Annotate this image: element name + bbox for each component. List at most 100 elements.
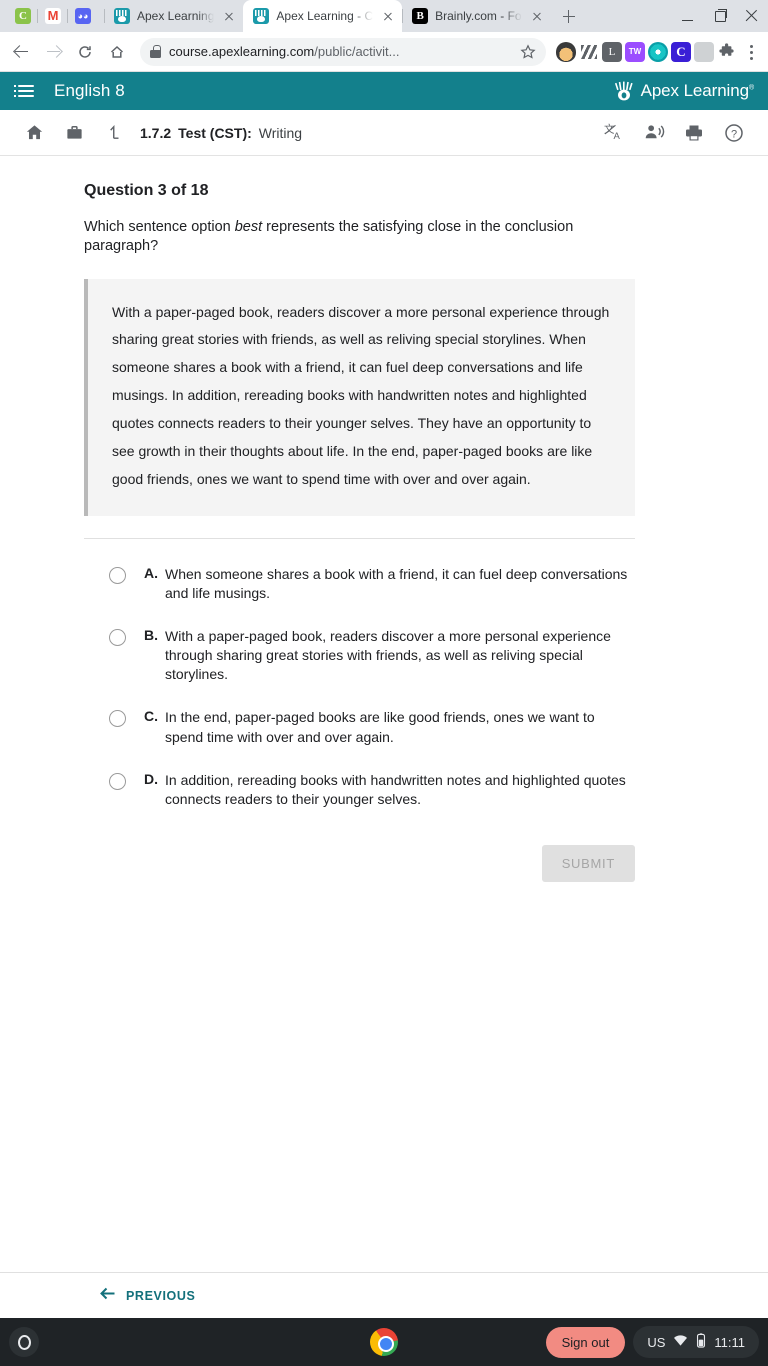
canvas-favicon: C [15, 8, 31, 24]
lock-icon [150, 45, 161, 58]
apex-favicon [253, 8, 270, 24]
close-icon[interactable] [221, 8, 237, 24]
option-letter: A. [144, 564, 158, 581]
previous-button[interactable]: PREVIOUS [100, 1286, 195, 1306]
new-tab-button[interactable] [555, 2, 583, 30]
launcher-circle [17, 1334, 31, 1350]
option-text: When someone shares a book with a friend… [165, 565, 628, 601]
url-path: /public/activit... [314, 44, 400, 59]
globe-extension-icon[interactable] [648, 41, 668, 62]
url-text: course.apexlearning.com/public/activit..… [169, 44, 512, 59]
browser-toolbar: course.apexlearning.com/public/activit..… [0, 32, 768, 72]
divider [84, 537, 635, 539]
scribbl-extension-icon[interactable] [579, 41, 599, 62]
pinned-tab-canvas[interactable]: C [8, 0, 38, 32]
answer-option-a[interactable]: A. When someone shares a book with a fri… [84, 565, 635, 603]
chrome-icon[interactable] [370, 1328, 398, 1356]
browser-tab-1[interactable]: Apex Learning [104, 0, 243, 32]
home-icon[interactable] [14, 110, 54, 156]
chrome-menu-icon[interactable] [740, 39, 762, 65]
prompt-part-1: Which sentence option [84, 219, 235, 235]
honey-extension-icon[interactable] [556, 41, 576, 62]
option-letter: D. [144, 770, 158, 787]
chromeos-shelf: Sign out US 11:11 [0, 1318, 768, 1366]
browser-tabstrip: C M ◕◕ Apex Learning Apex Learning - C B… [0, 0, 768, 32]
upload-icon[interactable] [94, 110, 134, 156]
lastpass-extension-icon[interactable]: L [602, 41, 622, 62]
print-icon[interactable] [674, 110, 714, 156]
back-icon[interactable] [6, 37, 36, 67]
extension-toolbar: L TW C [554, 39, 762, 65]
minimize-icon[interactable] [672, 0, 704, 32]
window-controls [672, 0, 768, 32]
status-tray[interactable]: US 11:11 [633, 1326, 759, 1358]
answer-option-d[interactable]: D. In addition, rereading books with han… [84, 771, 635, 809]
c-extension-icon[interactable]: C [671, 41, 691, 62]
window-close-icon[interactable] [736, 0, 768, 32]
brainly-favicon: B [412, 8, 429, 24]
wifi-icon [673, 1334, 688, 1350]
tab-title: Brainly.com - Fo [435, 9, 522, 23]
bookmark-star-icon[interactable] [520, 43, 536, 60]
tw-extension-icon[interactable]: TW [625, 41, 645, 62]
page-title: Question 3 of 18 [84, 182, 209, 199]
help-icon[interactable]: ? [714, 110, 754, 156]
shelf-app-list [370, 1328, 398, 1356]
pinned-tab-discord[interactable]: ◕◕ [67, 0, 98, 32]
previous-label: PREVIOUS [126, 1288, 196, 1303]
pinned-tabs-group: C M ◕◕ [0, 0, 98, 32]
option-text: In addition, rereading books with handwr… [165, 771, 626, 807]
activity-toolbar: 1.7.2 Test (CST): Writing 文 A ? [0, 110, 768, 156]
option-letter: B. [144, 626, 158, 643]
keyboard-layout-label: US [647, 1334, 666, 1350]
home-icon[interactable] [102, 37, 132, 67]
browser-tab-2-active[interactable]: Apex Learning - C [243, 0, 403, 32]
shelf-status-area: Sign out US 11:11 [545, 1326, 768, 1358]
answer-option-c[interactable]: C. In the end, paper-paged books are lik… [84, 708, 635, 746]
radio-button[interactable] [109, 628, 126, 646]
close-icon[interactable] [380, 8, 396, 24]
option-text: In the end, paper-paged books are like g… [165, 709, 595, 745]
question-prompt: Which sentence option best represents th… [84, 218, 632, 257]
sign-out-button[interactable]: Sign out [545, 1326, 626, 1358]
pinned-tab-gmail[interactable]: M [37, 0, 68, 32]
maximize-icon[interactable] [704, 0, 736, 32]
trademark-symbol: ® [748, 84, 754, 92]
extensions-puzzle-icon[interactable] [717, 42, 737, 62]
discord-favicon: ◕◕ [75, 8, 91, 24]
apex-brand-name: Apex Learning® [640, 81, 755, 100]
radio-button[interactable] [109, 710, 126, 728]
radio-button[interactable] [109, 772, 126, 790]
briefcase-icon[interactable] [54, 110, 94, 156]
submit-row: SUBMIT [84, 845, 635, 883]
apex-logo-mark [612, 80, 635, 102]
battery-icon [696, 1333, 706, 1351]
clock-label: 11:11 [714, 1334, 745, 1350]
gmail-favicon: M [45, 8, 61, 24]
reload-icon[interactable] [70, 37, 100, 67]
forward-icon[interactable] [38, 37, 68, 67]
breadcrumb: 1.7.2 Test (CST): Writing [140, 125, 302, 141]
browser-tab-3[interactable]: B Brainly.com - Fo [402, 0, 550, 32]
address-bar[interactable]: course.apexlearning.com/public/activit..… [140, 37, 546, 66]
activity-number: 1.7.2 [140, 124, 172, 141]
menu-icon[interactable] [14, 84, 34, 98]
gray-extension-icon[interactable] [694, 41, 714, 62]
apex-favicon [114, 8, 130, 24]
launcher-icon[interactable] [9, 1327, 39, 1357]
apex-logo: Apex Learning® [612, 72, 755, 110]
apex-header: English 8 Apex Learning® [0, 72, 768, 110]
course-title: English 8 [54, 81, 125, 100]
answer-option-b[interactable]: B. With a paper-paged book, readers disc… [84, 627, 635, 685]
svg-text:?: ? [731, 128, 737, 140]
question-content: Question 3 of 18 Which sentence option b… [0, 156, 768, 883]
svg-text:A: A [613, 131, 620, 142]
text-to-speech-icon[interactable] [634, 110, 674, 156]
close-icon[interactable] [529, 8, 545, 24]
translate-icon[interactable]: 文 A [594, 110, 634, 156]
submit-button[interactable]: SUBMIT [541, 845, 635, 883]
passage-blockquote: With a paper-paged book, readers discove… [84, 278, 635, 516]
option-text: With a paper-paged book, readers discove… [165, 627, 611, 683]
arrow-left-icon [100, 1286, 117, 1306]
radio-button[interactable] [109, 566, 126, 584]
